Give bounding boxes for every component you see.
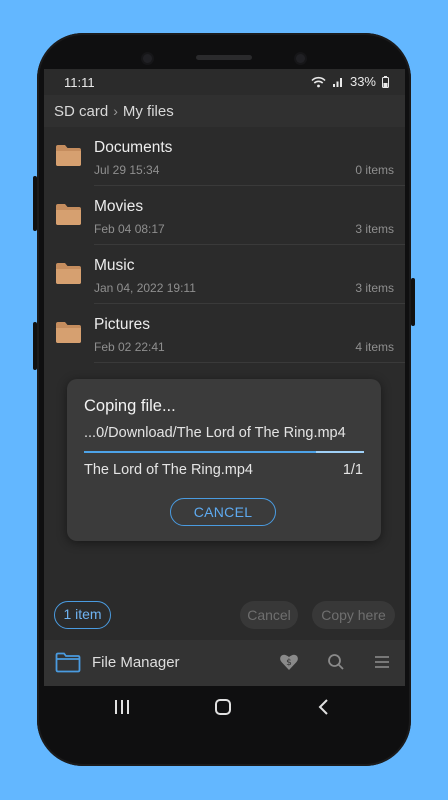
recent-apps-icon[interactable] — [111, 697, 133, 717]
divider — [94, 362, 405, 363]
folder-name: Pictures — [94, 316, 150, 333]
folder-icon — [56, 322, 81, 343]
svg-text:$: $ — [286, 658, 292, 668]
battery-icon — [382, 75, 389, 88]
premium-icon[interactable]: $ — [279, 652, 299, 672]
power-button — [411, 278, 415, 326]
menu-icon[interactable] — [372, 652, 392, 672]
dialog-title: Coping file... — [84, 397, 176, 415]
dialog-counter: 1/1 — [342, 462, 363, 478]
folder-count: 3 items — [355, 222, 394, 236]
status-icons: 33% — [311, 74, 389, 89]
cancel-button[interactable]: Cancel — [240, 601, 298, 629]
breadcrumb: SD card › My files — [44, 95, 405, 127]
folder-date: Feb 02 22:41 — [94, 340, 165, 354]
folder-icon — [56, 145, 81, 166]
app-title: File Manager — [92, 654, 180, 671]
progress-bar — [84, 451, 364, 453]
folder-date: Feb 04 08:17 — [94, 222, 165, 236]
folder-count: 0 items — [355, 163, 394, 177]
search-icon[interactable] — [326, 652, 346, 672]
folder-name: Documents — [94, 139, 173, 156]
folder-date: Jul 29 15:34 — [94, 163, 160, 177]
signal-icon — [332, 77, 342, 87]
back-icon[interactable] — [313, 697, 335, 717]
folder-icon — [56, 263, 81, 284]
folder-count: 3 items — [355, 281, 394, 295]
progress-highlight — [316, 451, 364, 453]
action-bar: 1 item Cancel Copy here — [44, 594, 405, 638]
list-item[interactable]: Music Jan 04, 2022 19:11 3 items — [44, 245, 405, 304]
wifi-icon — [311, 76, 326, 87]
app-bar: File Manager $ — [44, 640, 405, 686]
folder-icon — [56, 204, 81, 225]
dialog-file: The Lord of The Ring.mp4 — [84, 462, 253, 478]
screen: 11:11 33% SD card › My files Documents J… — [44, 69, 405, 686]
dialog-path: ...0/Download/The Lord of The Ring.mp4 — [84, 425, 346, 441]
breadcrumb-root[interactable]: SD card — [54, 103, 108, 120]
list-item[interactable]: Movies Feb 04 08:17 3 items — [44, 186, 405, 245]
front-camera — [296, 54, 305, 63]
folder-name: Music — [94, 257, 135, 274]
list-item[interactable]: Documents Jul 29 15:34 0 items — [44, 127, 405, 186]
progress-fill — [84, 451, 317, 453]
volume-button — [33, 176, 37, 231]
copy-here-button[interactable]: Copy here — [312, 601, 395, 629]
cancel-copy-button[interactable]: CANCEL — [170, 498, 276, 526]
folder-list: Documents Jul 29 15:34 0 items Movies Fe… — [44, 127, 405, 363]
folder-name: Movies — [94, 198, 144, 215]
copy-dialog: Coping file... ...0/Download/The Lord of… — [67, 379, 381, 541]
earpiece — [196, 55, 252, 60]
home-icon[interactable] — [212, 697, 234, 717]
breadcrumb-current[interactable]: My files — [123, 103, 174, 120]
folder-icon — [55, 652, 81, 673]
selected-count-chip[interactable]: 1 item — [54, 601, 111, 629]
system-nav-bar — [44, 686, 405, 728]
folder-count: 4 items — [355, 340, 394, 354]
status-time: 11:11 — [64, 75, 95, 90]
breadcrumb-separator: › — [113, 103, 118, 119]
folder-date: Jan 04, 2022 19:11 — [94, 281, 196, 295]
front-sensor — [143, 54, 152, 63]
side-button-lower — [33, 322, 37, 370]
battery-level: 33% — [349, 74, 376, 89]
list-item[interactable]: Pictures Feb 02 22:41 4 items — [44, 304, 405, 363]
status-bar: 11:11 33% — [44, 69, 405, 95]
